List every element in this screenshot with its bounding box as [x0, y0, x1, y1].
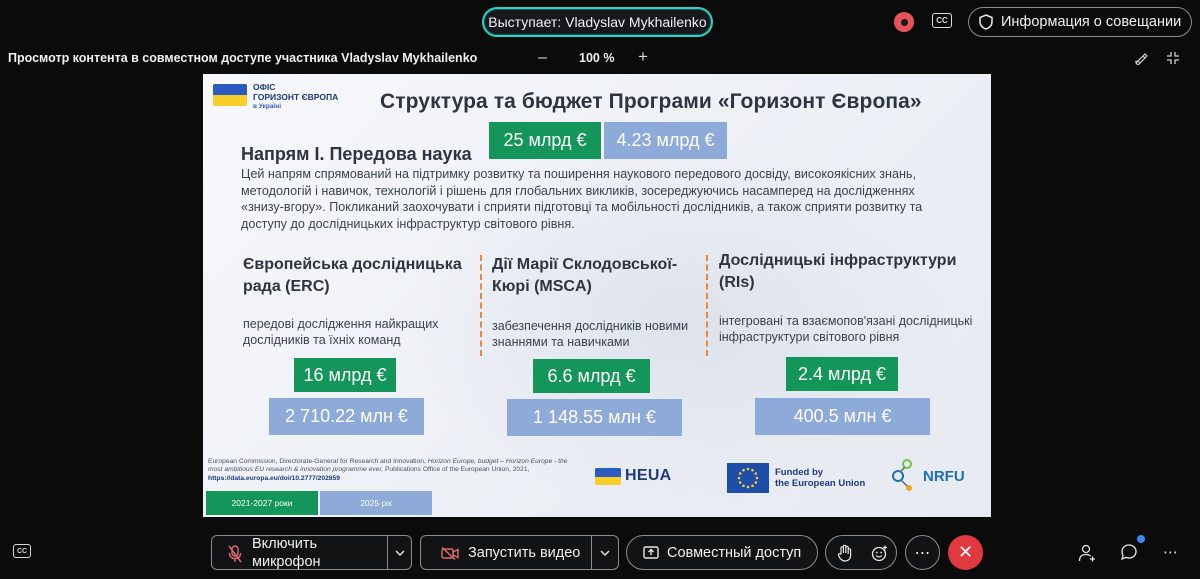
- emoji-icon[interactable]: [871, 545, 888, 562]
- erc-budget-2021-2027: 16 млрд €: [294, 358, 396, 392]
- chevron-down-icon: [600, 550, 610, 556]
- erc-budget-2025: 2 710.22 млн €: [269, 398, 424, 435]
- meeting-info-label: Информация о совещании: [1001, 14, 1182, 30]
- more-options-button[interactable]: ⋯: [905, 535, 940, 570]
- erc-title: Європейська дослідницька рада (ERC): [243, 256, 462, 295]
- chevron-down-icon: [395, 550, 404, 556]
- more-icon: ⋯: [914, 544, 931, 562]
- legend-2021-2027: 2021-2027 роки: [206, 491, 318, 515]
- record-icon[interactable]: [894, 12, 914, 32]
- active-speaker-indicator[interactable]: Выступает: Vladyslav Mykhailenko: [482, 7, 713, 37]
- nrfu-mark-icon: [892, 459, 912, 491]
- source-footnote: European Commission, Directorate-General…: [208, 458, 568, 483]
- chat-icon[interactable]: [1120, 543, 1138, 561]
- start-video-button[interactable]: Запустить видео: [420, 535, 592, 570]
- fit-screen-icon[interactable]: [1166, 51, 1180, 65]
- ukraine-flag-icon: [595, 468, 621, 485]
- section-title: Напрям I. Передова наука: [241, 144, 472, 164]
- ris-budget-2025: 400.5 млн €: [755, 398, 930, 435]
- msca-budget-2025: 1 148.55 млн €: [507, 399, 682, 436]
- legend-2025: 2025 рік: [320, 491, 432, 515]
- mic-label-line-2: микрофон: [252, 553, 321, 570]
- unmute-microphone-button[interactable]: Включить микрофон: [211, 535, 388, 570]
- start-video-label: Запустить видео: [468, 544, 581, 561]
- share-screen-icon: [643, 546, 659, 559]
- total-budget-2025: 4.23 млрд €: [604, 122, 727, 159]
- share-screen-button[interactable]: Совместный доступ: [626, 535, 818, 570]
- share-screen-label: Совместный доступ: [667, 544, 802, 561]
- annotate-icon[interactable]: [1134, 51, 1148, 65]
- logo-line-2: ГОРИЗОНТ ЄВРОПА: [253, 92, 339, 102]
- eu-funded-logo: Funded by the European Union: [727, 463, 865, 493]
- total-budget-2021-2027: 25 млрд €: [489, 122, 601, 159]
- ofis-logo-text: ОФІС ГОРИЗОНТ ЄВРОПА в Україні: [253, 82, 338, 112]
- chat-notification-badge: [1137, 535, 1145, 543]
- meeting-top-bar: Выступает: Vladyslav Mykhailenko CC Инфо…: [0, 0, 1200, 44]
- participants-icon[interactable]: [1078, 544, 1096, 562]
- eu-funded-line-1: Funded by: [775, 467, 824, 478]
- zoom-level: 100 %: [579, 51, 615, 65]
- nrfu-logo: NRFU: [889, 456, 965, 496]
- column-divider-1: [480, 255, 482, 356]
- hang-up-icon: ✕: [957, 542, 974, 562]
- msca-title: Дії Марії Склодовської-Кюрі (MSCA): [492, 256, 678, 295]
- raise-hand-icon[interactable]: [837, 544, 853, 562]
- closed-captions-icon[interactable]: CC: [13, 544, 31, 558]
- meeting-info-button[interactable]: Информация о совещании: [968, 7, 1192, 37]
- leave-meeting-button[interactable]: ✕: [948, 535, 983, 570]
- video-off-icon: [441, 547, 459, 560]
- section-description: Цей напрям спрямований на підтримку розв…: [241, 167, 923, 231]
- more-icon[interactable]: ⋯: [1163, 543, 1178, 561]
- video-options-button[interactable]: [591, 535, 619, 570]
- logo-line-1: ОФІС: [253, 82, 276, 92]
- zoom-out-button[interactable]: –: [538, 49, 547, 67]
- column-divider-2: [706, 255, 708, 356]
- mic-label-line-1: Включить: [252, 535, 318, 552]
- nrfu-logo-text: NRFU: [923, 467, 965, 485]
- heua-logo: HEUA: [595, 466, 672, 485]
- reactions-group: [825, 535, 897, 570]
- ris-description: інтегровані та взаємопов'язані дослідниц…: [719, 314, 973, 344]
- footnote-part-a: European Commission, Directorate-General…: [208, 458, 426, 465]
- ukraine-flag-icon: [213, 84, 247, 106]
- footnote-doi-link[interactable]: https://data.europa.eu/doi/10.2777/20285…: [208, 475, 340, 482]
- ris-budget-2021-2027: 2.4 млрд €: [786, 357, 898, 391]
- eu-funded-line-2: the European Union: [775, 478, 866, 489]
- logo-line-3: в Україні: [253, 103, 281, 110]
- mic-off-icon: [228, 545, 242, 563]
- microphone-options-button[interactable]: [387, 535, 412, 570]
- msca-description: забезпечення дослідників новими знаннями…: [492, 319, 689, 349]
- zoom-in-button[interactable]: +: [638, 47, 648, 67]
- msca-budget-2021-2027: 6.6 млрд €: [533, 359, 650, 393]
- slide-title: Структура та бюджет Програми «Горизонт Є…: [380, 90, 922, 113]
- shared-slide: ОФІС ГОРИЗОНТ ЄВРОПА в Україні Структура…: [203, 74, 991, 517]
- eu-flag-icon: [727, 463, 769, 493]
- heua-logo-text: HEUA: [625, 466, 672, 484]
- ofis-horizon-europe-logo: ОФІС ГОРИЗОНТ ЄВРОПА в Україні: [213, 82, 338, 112]
- shield-icon: [979, 14, 993, 30]
- shared-content-bar: Просмотр контента в совместном доступе у…: [0, 46, 1200, 72]
- eu-funded-text: Funded by the European Union: [775, 467, 865, 489]
- unmute-microphone-label: Включить микрофон: [252, 535, 321, 571]
- erc-description: передові дослідження найкращих дослідник…: [243, 317, 439, 347]
- shared-content-title: Просмотр контента в совместном доступе у…: [8, 51, 478, 65]
- ris-title: Дослідницькі інфраструктури (RIs): [719, 252, 957, 291]
- footnote-part-c: Publications Office of the European Unio…: [384, 466, 530, 474]
- closed-captions-icon[interactable]: CC: [932, 13, 952, 28]
